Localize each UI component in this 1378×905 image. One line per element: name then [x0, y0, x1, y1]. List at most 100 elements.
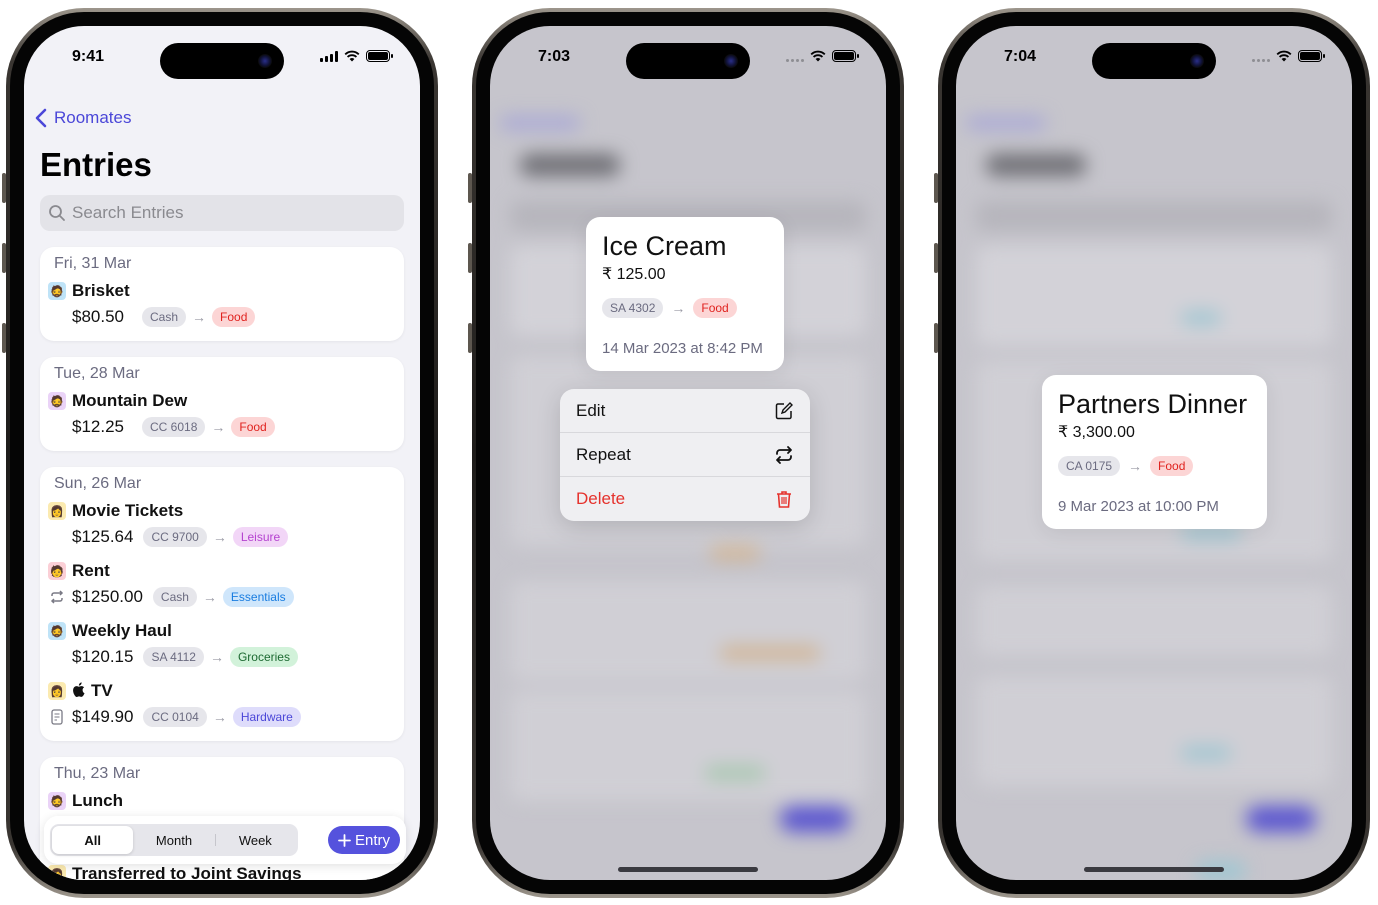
category-chip: Leisure	[232, 527, 289, 547]
filter-all[interactable]: All	[52, 826, 134, 854]
battery-icon	[1298, 50, 1325, 62]
repeat-icon	[48, 590, 66, 604]
status-time: 7:04	[1004, 48, 1037, 65]
status-time: 9:41	[72, 48, 105, 65]
arrow-right-icon: →	[212, 529, 227, 545]
entry-title: Weekly Haul	[72, 621, 172, 640]
memoji-avatar-icon: 🧔	[48, 392, 66, 410]
entry-title: Brisket	[72, 281, 130, 300]
arrow-right-icon: →	[671, 300, 686, 316]
add-entry-button[interactable]: Entry	[327, 826, 400, 854]
entry-item[interactable]: 🧔 Brisket $80.50 Cash → Food	[48, 279, 390, 331]
dynamic-island	[1092, 43, 1216, 79]
group-date: Tue, 28 Mar	[54, 365, 140, 382]
category-chip: Food	[231, 417, 275, 437]
entry-amount: $149.90	[72, 707, 134, 726]
menu-item-label: Edit	[576, 400, 606, 420]
memoji-avatar-icon: 🧔	[48, 792, 66, 810]
entry-title: Transferred to Joint Savings	[72, 864, 302, 880]
memoji-avatar-icon: 🧔	[48, 282, 66, 300]
entry-item[interactable]: 🧔 Lunch	[48, 789, 390, 813]
status-icons	[786, 50, 859, 62]
entry-item[interactable]: 👩 Transferred to Joint Savings	[48, 864, 302, 880]
entry-item[interactable]: 👩 TV $149.90 CC 0104 → Hardware	[48, 679, 390, 731]
memoji-avatar-icon: 👩	[48, 682, 66, 700]
memoji-avatar-icon: 🧔	[48, 622, 66, 640]
entry-preview-card: Partners Dinner ₹ 3,300.00 CA 0175 → Foo…	[1042, 375, 1267, 529]
home-indicator[interactable]	[1084, 867, 1224, 872]
home-indicator[interactable]	[618, 867, 758, 872]
phone-context-menu: 7:03 Ice Cream ₹ 125.00 SA 4302 → Food 1…	[468, 8, 904, 898]
arrow-right-icon: →	[211, 419, 226, 435]
apple-icon	[72, 681, 85, 701]
group-date: Fri, 31 Mar	[54, 255, 132, 272]
entry-title: Mountain Dew	[72, 391, 188, 410]
search-placeholder: Search Entries	[72, 203, 184, 222]
entry-title: Movie Tickets	[72, 501, 184, 520]
entry-amount: $1250.00	[72, 587, 143, 606]
no-signal-icon	[1252, 51, 1270, 62]
entry-amount: $120.15	[72, 647, 134, 666]
plus-icon	[338, 833, 351, 847]
category-chip: Essentials	[222, 587, 294, 607]
wifi-icon	[344, 50, 360, 62]
date-group: Tue, 28 Mar 🧔 Mountain Dew $12.25 CC 6018 →…	[40, 357, 404, 451]
phone-entries-list: 9:41 Roomates Entries Search Entries Fri…	[2, 8, 438, 898]
phone-preview: 7:04 Partners Dinner ₹ 3,300.00 CA 0175 …	[934, 8, 1370, 898]
entry-item[interactable]: 👩 Movie Tickets $125.64 CC 9700 → Leisure	[48, 499, 390, 551]
preview-datetime: 14 Mar 2023 at 8:42 PM	[602, 340, 763, 357]
search-input[interactable]: Search Entries	[40, 195, 404, 231]
category-chip: Hardware	[232, 707, 301, 727]
entry-title: Lunch	[72, 791, 123, 810]
dynamic-island	[160, 43, 284, 79]
filter-month[interactable]: Month	[133, 826, 214, 854]
menu-item-edit[interactable]: Edit	[560, 389, 810, 433]
screen: 7:04 Partners Dinner ₹ 3,300.00 CA 0175 …	[956, 26, 1352, 880]
arrow-right-icon: →	[192, 309, 207, 325]
trash-icon	[777, 491, 791, 508]
category-chip: Groceries	[229, 647, 298, 667]
preview-amount: ₹ 125.00	[602, 266, 666, 283]
preview-datetime: 9 Mar 2023 at 10:00 PM	[1058, 498, 1219, 515]
memoji-avatar-icon: 🧑	[48, 562, 66, 580]
page-title: Entries	[40, 146, 152, 183]
entry-title: TV	[91, 681, 113, 700]
source-chip: CC 0104	[143, 707, 207, 727]
menu-item-delete[interactable]: Delete	[560, 477, 810, 521]
source-chip: SA 4302	[602, 298, 664, 318]
entry-item[interactable]: 🧑 Rent $1250.00 Cash → Essentials	[48, 559, 390, 611]
arrow-right-icon: →	[212, 709, 227, 725]
chevron-left-icon	[35, 108, 47, 128]
preview-title: Partners Dinner	[1058, 389, 1248, 419]
source-chip: SA 4112	[143, 647, 204, 667]
category-chip: Food	[693, 298, 737, 318]
menu-item-label: Delete	[576, 489, 626, 508]
group-date: Thu, 23 Mar	[54, 765, 141, 782]
entry-preview-card: Ice Cream ₹ 125.00 SA 4302 → Food 14 Mar…	[586, 217, 784, 371]
period-filter-segmented-control: All Month Week	[50, 824, 298, 856]
back-label: Roomates	[54, 108, 132, 127]
back-button[interactable]: Roomates	[34, 108, 131, 128]
context-menu: Edit Repeat Delete	[560, 389, 810, 521]
add-entry-label: Entry	[354, 831, 390, 849]
screen: 9:41 Roomates Entries Search Entries Fri…	[24, 26, 420, 880]
entry-amount: $80.50	[72, 307, 124, 326]
entry-item[interactable]: 🧔 Weekly Haul $120.15 SA 4112 → Groceries	[48, 619, 390, 671]
memoji-avatar-icon: 👩	[48, 502, 66, 520]
status-icons	[320, 50, 393, 62]
wifi-icon	[1276, 50, 1292, 62]
filter-week[interactable]: Week	[214, 826, 296, 854]
status-icons	[1252, 50, 1325, 62]
entry-item[interactable]: 🧔 Mountain Dew $12.25 CC 6018 → Food	[48, 389, 390, 441]
dynamic-island	[626, 43, 750, 79]
preview-title: Ice Cream	[602, 231, 727, 261]
menu-item-repeat[interactable]: Repeat	[560, 433, 810, 477]
wifi-icon	[810, 50, 826, 62]
source-chip: CC 6018	[142, 417, 206, 437]
entry-title: Rent	[72, 561, 110, 580]
battery-icon	[366, 50, 393, 62]
date-group: Sun, 26 Mar 👩 Movie Tickets $125.64 CC 970…	[40, 467, 404, 741]
source-chip: CA 0175	[1058, 456, 1121, 476]
arrow-right-icon: →	[1128, 458, 1143, 474]
source-chip: Cash	[142, 307, 187, 327]
